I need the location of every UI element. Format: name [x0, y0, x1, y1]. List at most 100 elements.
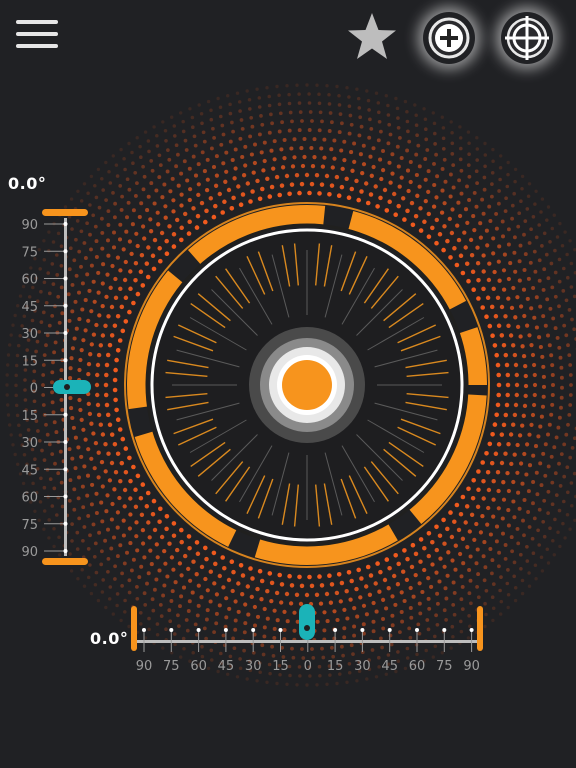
halo-dot: [245, 89, 249, 93]
halo-dot: [50, 262, 55, 266]
halo-dot: [285, 619, 290, 624]
halo-dot: [483, 624, 487, 629]
halo-dot: [191, 206, 196, 211]
halo-dot: [318, 110, 323, 115]
vertical-scale-tick-dot: [63, 521, 68, 526]
halo-dot: [487, 204, 492, 209]
halo-dot: [208, 599, 213, 604]
halo-dot: [52, 350, 57, 355]
halo-dot: [93, 541, 98, 546]
halo-dot: [517, 278, 522, 283]
halo-dot: [513, 315, 518, 320]
halo-dot: [350, 168, 355, 173]
halo-dot: [414, 113, 418, 118]
center-bubble: [249, 327, 365, 443]
halo-dot: [463, 207, 469, 212]
halo-dot: [476, 487, 481, 493]
halo-dot: [290, 119, 294, 124]
halo-dot: [53, 340, 58, 345]
halo-dot: [123, 259, 128, 265]
halo-dot: [255, 614, 261, 619]
horizontal-scale-tick-dot: [196, 628, 201, 632]
halo-dot: [403, 99, 408, 104]
halo-dot: [269, 598, 274, 604]
halo-dot: [47, 442, 52, 447]
halo-dot: [521, 287, 527, 292]
halo-dot: [85, 272, 90, 277]
halo-dot: [78, 357, 83, 363]
halo-dot: [38, 267, 42, 271]
halo-dot: [414, 152, 419, 157]
halo-dot: [246, 612, 251, 617]
halo-dot: [239, 118, 244, 122]
halo-dot: [274, 174, 280, 180]
halo-dot: [119, 147, 123, 152]
halo-dot: [491, 514, 496, 519]
halo-dot: [519, 567, 523, 571]
halo-dot: [426, 531, 432, 536]
halo-dot: [109, 460, 115, 466]
halo-dot: [85, 473, 91, 478]
halo-dot: [179, 539, 184, 545]
halo-dot: [288, 601, 294, 606]
halo-dot: [508, 261, 513, 266]
halo-dot: [53, 461, 57, 466]
halo-dot: [482, 175, 487, 180]
halo-dot: [206, 99, 211, 104]
halo-dot: [152, 125, 156, 129]
halo-dot: [485, 469, 491, 475]
halo-dot: [327, 93, 331, 97]
halo-dot: [5, 383, 9, 387]
halo-dot: [557, 415, 562, 420]
halo-dot: [81, 538, 85, 543]
halo-dot: [494, 352, 500, 358]
halo-dot: [80, 307, 85, 312]
halo-dot: [135, 243, 140, 249]
vertical-level-indicator[interactable]: [53, 380, 91, 394]
vertical-scale-tick-dot: [63, 222, 68, 226]
halo-dot: [177, 561, 183, 566]
horizontal-level-indicator[interactable]: [299, 604, 315, 640]
halo-dot: [482, 578, 487, 583]
halo-dot: [334, 174, 340, 180]
halo-dot: [168, 189, 173, 194]
halo-dot: [392, 573, 397, 579]
halo-dot: [388, 633, 393, 638]
halo-dot: [68, 552, 72, 556]
halo-dot: [348, 113, 353, 118]
halo-dot: [450, 624, 455, 629]
halo-dot: [408, 635, 413, 640]
halo-dot: [159, 230, 165, 236]
halo-dot: [131, 557, 136, 562]
halo-dot: [390, 623, 395, 628]
halo-dot: [193, 173, 199, 178]
halo-dot: [516, 490, 521, 495]
halo-dot: [458, 125, 462, 129]
halo-dot: [497, 550, 502, 555]
halo-dot: [96, 450, 101, 455]
halo-dot: [435, 591, 440, 596]
halo-dot: [558, 355, 563, 360]
halo-dot: [378, 195, 383, 201]
halo-dot: [106, 527, 110, 532]
halo-dot: [70, 456, 75, 461]
halo-dot: [272, 157, 277, 162]
halo-dot: [563, 536, 567, 540]
halo-dot: [371, 619, 376, 624]
halo-dot: [342, 158, 347, 163]
halo-dot: [267, 571, 273, 576]
halo-dot: [70, 346, 75, 351]
halo-dot: [289, 583, 295, 588]
halo-dot: [143, 603, 148, 607]
halo-dot: [89, 247, 93, 252]
halo-dot: [191, 125, 195, 129]
halo-dot: [349, 578, 354, 584]
halo-dot: [384, 557, 390, 562]
halo-dot: [378, 569, 383, 575]
halo-dot: [423, 157, 428, 161]
halo-dot: [23, 388, 27, 392]
halo-dot: [466, 636, 471, 640]
halo-dot: [503, 451, 508, 456]
halo-dot: [214, 621, 219, 626]
halo-dot: [77, 290, 81, 295]
